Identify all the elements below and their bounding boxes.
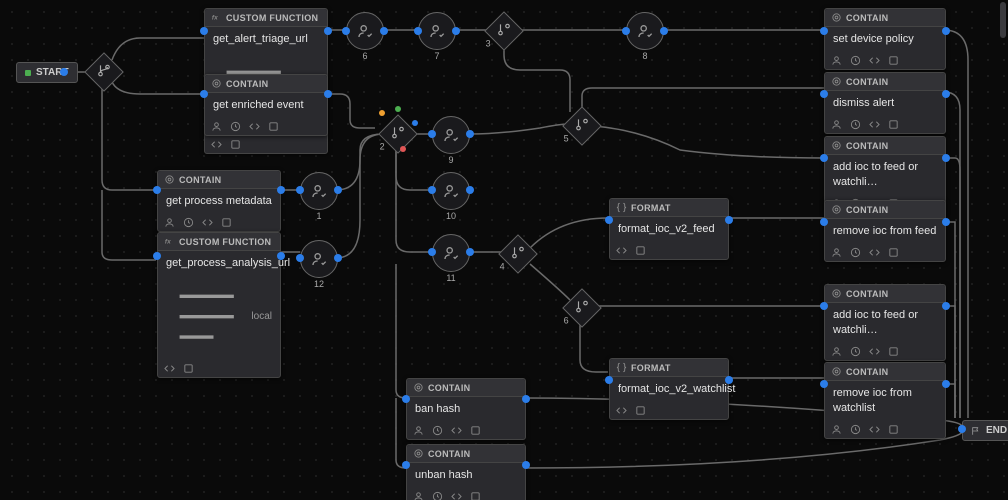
svg-text:fx: fx — [212, 14, 218, 21]
code-icon — [211, 139, 222, 150]
play-icon — [25, 70, 31, 76]
braces-icon — [616, 202, 627, 213]
node-contain-procmeta[interactable]: CONTAIN get process metadata — [157, 170, 281, 232]
prompt-node-7[interactable]: 7 — [418, 12, 456, 50]
user-check-icon — [443, 183, 459, 199]
start-node[interactable]: START — [16, 62, 78, 83]
prompt-node-11[interactable]: 11 — [432, 234, 470, 272]
branch-icon — [391, 126, 405, 140]
fx-icon: fx — [164, 236, 175, 247]
target-icon — [831, 76, 842, 87]
user-check-icon — [443, 245, 459, 261]
node-add-ioc-2[interactable]: CONTAINadd ioc to feed or watchli… — [824, 284, 946, 361]
note-icon — [268, 121, 279, 132]
target-icon — [831, 366, 842, 377]
prompt-node-6[interactable]: 6 — [346, 12, 384, 50]
node-remove-ioc-feed[interactable]: CONTAINremove ioc from feed — [824, 200, 946, 262]
target-icon — [164, 174, 175, 185]
prompt-node-1[interactable]: 1 — [300, 172, 338, 210]
end-label: END — [986, 425, 1007, 436]
node-contain-enriched[interactable]: CONTAIN get enriched event — [204, 74, 328, 136]
target-icon — [413, 382, 424, 393]
node-ban-hash[interactable]: CONTAINban hash — [406, 378, 526, 440]
braces-icon — [616, 362, 627, 373]
user-check-icon — [311, 183, 327, 199]
start-label: START — [36, 67, 69, 78]
prompt-node-9[interactable]: 9 — [432, 116, 470, 154]
branch-icon — [575, 300, 589, 314]
target-icon — [831, 288, 842, 299]
user-check-icon — [637, 23, 653, 39]
branch-icon — [575, 118, 589, 132]
user-icon — [211, 121, 222, 132]
code-icon — [249, 121, 260, 132]
flag-icon — [971, 426, 981, 436]
node-set-device-policy[interactable]: CONTAINset device policy — [824, 8, 946, 70]
end-node[interactable]: END — [962, 420, 1008, 441]
node-format-feed[interactable]: FORMAT format_ioc_v2_feed — [609, 198, 729, 260]
note-icon — [230, 139, 241, 150]
scrollbar-thumb[interactable] — [1000, 2, 1006, 38]
fx-icon: fx — [211, 12, 222, 23]
target-icon — [831, 204, 842, 215]
target-icon — [211, 78, 222, 89]
user-check-icon — [429, 23, 445, 39]
prompt-node-10[interactable]: 10 — [432, 172, 470, 210]
user-check-icon — [311, 251, 327, 267]
node-format-watchlist[interactable]: FORMAT format_ioc_v2_watchlist — [609, 358, 729, 420]
node-remove-ioc-watchlist[interactable]: CONTAINremove ioc from watchlist — [824, 362, 946, 439]
prompt-node-12[interactable]: 12 — [300, 240, 338, 278]
branch-icon — [511, 246, 525, 260]
target-icon — [831, 140, 842, 151]
node-unban-hash[interactable]: CONTAINunban hash — [406, 444, 526, 500]
node-custom-function-2[interactable]: fxCUSTOM FUNCTION get_process_analysis_u… — [157, 232, 281, 378]
node-dismiss-alert[interactable]: CONTAINdismiss alert — [824, 72, 946, 134]
prompt-node-8[interactable]: 8 — [626, 12, 664, 50]
branch-icon — [97, 64, 111, 78]
target-icon — [831, 12, 842, 23]
svg-text:fx: fx — [165, 238, 171, 245]
branch-icon — [497, 23, 511, 37]
user-check-icon — [443, 127, 459, 143]
target-icon — [413, 448, 424, 459]
user-check-icon — [357, 23, 373, 39]
clock-icon — [230, 121, 241, 132]
local-icon — [166, 276, 247, 357]
